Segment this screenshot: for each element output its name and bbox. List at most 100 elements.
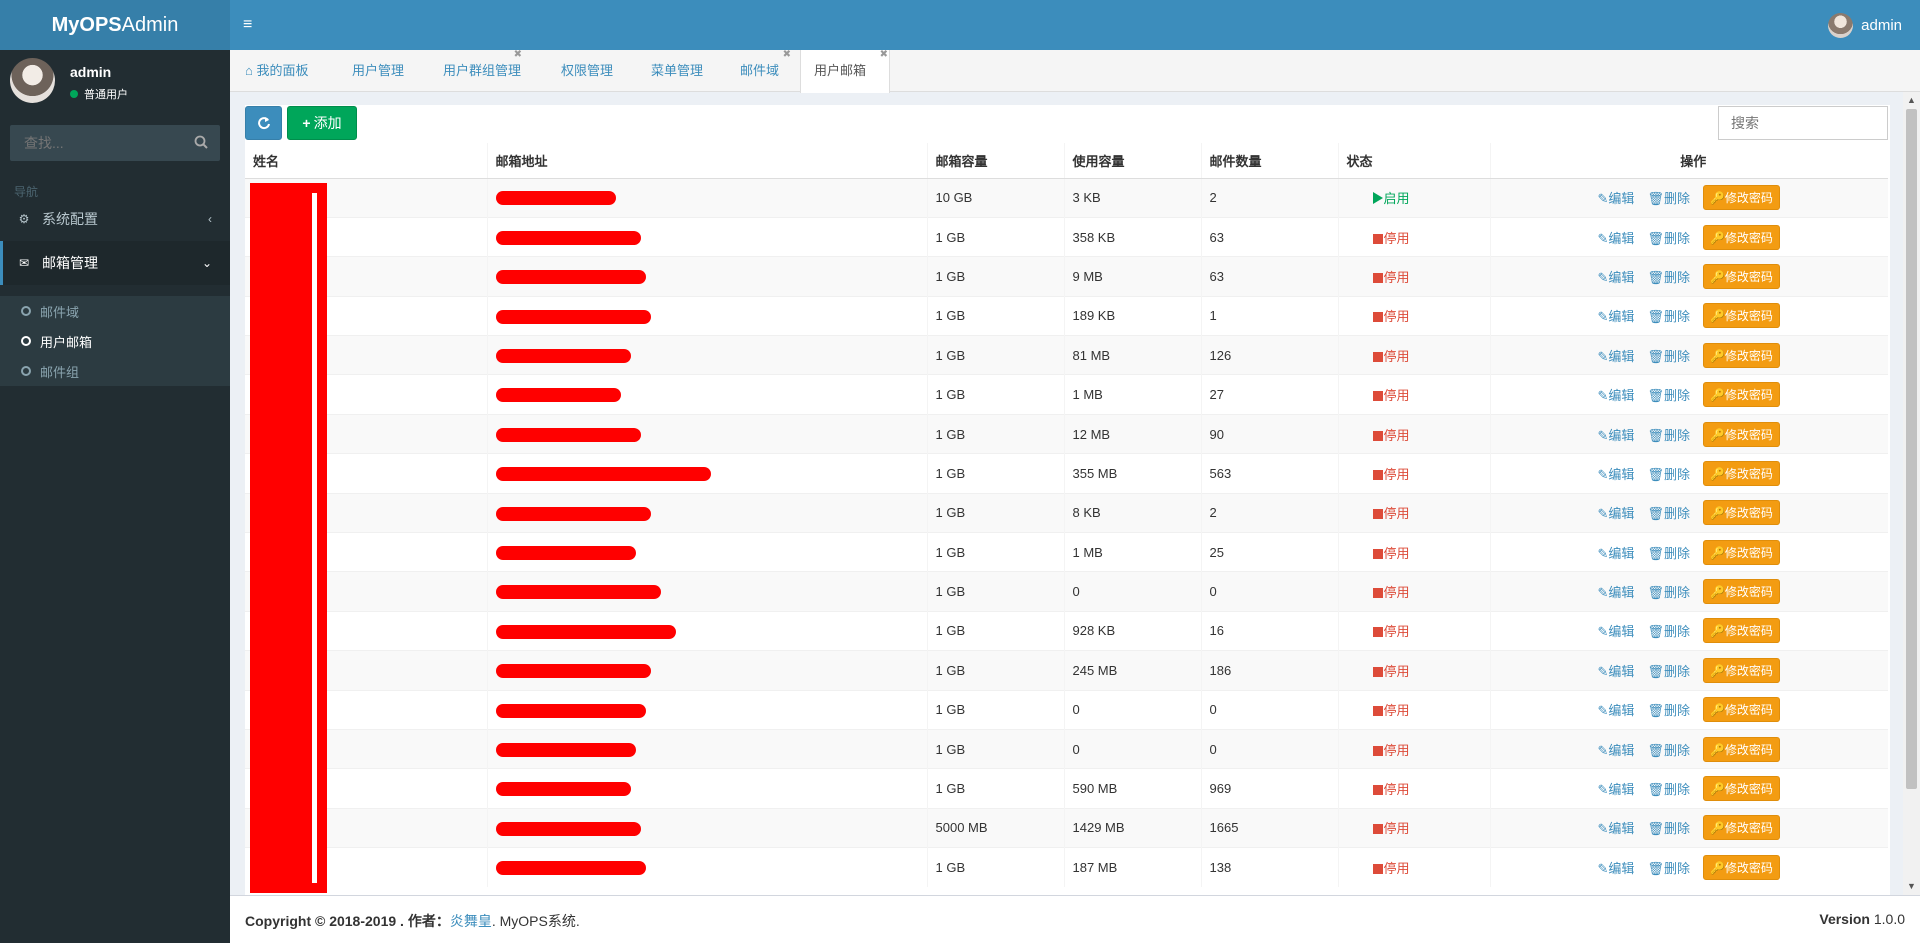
col-status[interactable]: 状态 [1337, 143, 1490, 179]
delete-button[interactable]: 🗑删除 [1647, 818, 1690, 837]
change-password-button[interactable]: 🔑修改密码 [1702, 421, 1780, 447]
edit-button[interactable]: ✎编辑 [1598, 543, 1635, 562]
edit-button[interactable]: ✎编辑 [1598, 700, 1635, 719]
search-icon[interactable] [194, 135, 208, 149]
col-count[interactable]: 邮件数量 [1200, 143, 1338, 179]
cell-status: 停用 [1337, 256, 1490, 297]
edit-button[interactable]: ✎编辑 [1598, 779, 1635, 798]
add-button[interactable]: + 添加 [287, 106, 357, 140]
edit-button[interactable]: ✎编辑 [1598, 228, 1635, 247]
change-password-button[interactable]: 🔑修改密码 [1702, 776, 1780, 802]
change-password-button[interactable]: 🔑修改密码 [1702, 382, 1780, 408]
close-icon[interactable]: ✖ [514, 34, 522, 76]
scroll-thumb[interactable] [1906, 109, 1917, 789]
edit-button[interactable]: ✎编辑 [1598, 267, 1635, 286]
change-password-button[interactable]: 🔑修改密码 [1702, 579, 1780, 605]
table-search-input[interactable] [1718, 106, 1888, 140]
close-icon[interactable]: ✖ [783, 34, 791, 76]
delete-button[interactable]: 🗑删除 [1647, 582, 1690, 601]
edit-button[interactable]: ✎编辑 [1598, 858, 1635, 877]
delete-button[interactable]: 🗑删除 [1647, 779, 1690, 798]
delete-button[interactable]: 🗑删除 [1647, 228, 1690, 247]
cell-actions: ✎编辑 🗑删除 🔑修改密码 [1489, 532, 1888, 572]
cell-status: 停用 [1337, 650, 1490, 691]
edit-button[interactable]: ✎编辑 [1598, 621, 1635, 640]
change-password-button[interactable]: 🔑修改密码 [1702, 618, 1780, 644]
close-icon[interactable]: ✖ [880, 34, 888, 76]
delete-button[interactable]: 🗑删除 [1647, 306, 1690, 325]
col-capacity[interactable]: 邮箱容量 [926, 143, 1064, 179]
edit-button[interactable]: ✎编辑 [1598, 740, 1635, 759]
change-password-button[interactable]: 🔑修改密码 [1702, 342, 1780, 368]
edit-button[interactable]: ✎编辑 [1598, 346, 1635, 365]
edit-button[interactable]: ✎编辑 [1598, 464, 1635, 483]
trash-icon: 🗑 [1647, 191, 1664, 207]
tab-menu-manage[interactable]: 菜单管理 [651, 50, 703, 92]
delete-button[interactable]: 🗑删除 [1647, 700, 1690, 719]
col-email[interactable]: 邮箱地址 [486, 143, 927, 179]
sidebar-subitem-mail-group[interactable]: 邮件组 [0, 356, 230, 386]
footer-author[interactable]: 炎舞皇 [450, 913, 492, 929]
scroll-up-icon[interactable]: ▲ [1907, 96, 1916, 105]
sidebar-item-mail-manage[interactable]: ✉ 邮箱管理 ⌄ [0, 241, 230, 285]
edit-button[interactable]: ✎编辑 [1598, 188, 1635, 207]
refresh-button[interactable] [245, 106, 282, 140]
delete-button[interactable]: 🗑删除 [1647, 543, 1690, 562]
cell-email [486, 532, 927, 572]
delete-button[interactable]: 🗑删除 [1647, 858, 1690, 877]
edit-button[interactable]: ✎编辑 [1598, 582, 1635, 601]
delete-button[interactable]: 🗑删除 [1647, 621, 1690, 640]
change-password-button[interactable]: 🔑修改密码 [1702, 303, 1780, 329]
tab-user-mailbox[interactable]: 用户邮箱 ✖ [800, 49, 890, 93]
key-icon: 🔑 [1709, 703, 1725, 718]
change-password-button[interactable]: 🔑修改密码 [1702, 697, 1780, 723]
cell-used: 358 KB [1063, 216, 1201, 257]
sidebar-search [10, 125, 220, 161]
change-password-button[interactable]: 🔑修改密码 [1702, 539, 1780, 565]
app-logo[interactable]: MyOPSAdmin [0, 0, 230, 50]
sidebar-subitem-mail-domain[interactable]: 邮件域 [0, 296, 230, 326]
delete-button[interactable]: 🗑删除 [1647, 740, 1690, 759]
tab-user-manage[interactable]: 用户管理 [352, 50, 404, 92]
change-password-button[interactable]: 🔑修改密码 [1702, 185, 1780, 211]
change-password-button[interactable]: 🔑修改密码 [1702, 657, 1780, 683]
edit-button[interactable]: ✎编辑 [1598, 425, 1635, 444]
scroll-down-icon[interactable]: ▼ [1907, 882, 1916, 891]
sidebar-search-input[interactable] [10, 125, 180, 161]
circle-icon [21, 336, 31, 346]
change-password-button[interactable]: 🔑修改密码 [1702, 263, 1780, 289]
edit-button[interactable]: ✎编辑 [1598, 306, 1635, 325]
sidebar-item-system-config[interactable]: ⚙ 系统配置 ‹ [0, 197, 230, 241]
tab-user-group-manage[interactable]: 用户群组管理 ✖ [443, 49, 522, 92]
redaction-mark [495, 624, 676, 639]
delete-button[interactable]: 🗑删除 [1647, 464, 1690, 483]
delete-button[interactable]: 🗑删除 [1647, 188, 1690, 207]
edit-button[interactable]: ✎编辑 [1598, 503, 1635, 522]
sidebar-toggle-icon[interactable]: ≡ [243, 15, 259, 35]
tab-mail-domain[interactable]: 邮件域 ✖ [740, 49, 791, 92]
sidebar-subitem-user-mailbox[interactable]: 用户邮箱 [0, 326, 230, 356]
delete-button[interactable]: 🗑删除 [1647, 661, 1690, 680]
tab-dashboard[interactable]: ⌂ 我的面板 [245, 50, 308, 92]
edit-button[interactable]: ✎编辑 [1598, 385, 1635, 404]
change-password-button[interactable]: 🔑修改密码 [1702, 815, 1780, 841]
edit-button[interactable]: ✎编辑 [1598, 661, 1635, 680]
change-password-button[interactable]: 🔑修改密码 [1702, 224, 1780, 250]
change-password-button[interactable]: 🔑修改密码 [1702, 460, 1780, 486]
delete-button[interactable]: 🗑删除 [1647, 503, 1690, 522]
cell-email [486, 768, 927, 809]
change-password-button[interactable]: 🔑修改密码 [1702, 736, 1780, 762]
change-password-button[interactable]: 🔑修改密码 [1702, 500, 1780, 526]
col-name[interactable]: 姓名 [245, 143, 487, 179]
edit-button[interactable]: ✎编辑 [1598, 818, 1635, 837]
delete-button[interactable]: 🗑删除 [1647, 267, 1690, 286]
user-menu[interactable]: admin [1828, 11, 1902, 39]
status-badge: 停用 [1347, 861, 1410, 876]
scrollbar[interactable]: ▲ ▼ [1903, 92, 1920, 895]
tab-permission-manage[interactable]: 权限管理 [561, 50, 613, 92]
change-password-button[interactable]: 🔑修改密码 [1702, 855, 1780, 881]
delete-button[interactable]: 🗑删除 [1647, 425, 1690, 444]
delete-button[interactable]: 🗑删除 [1647, 385, 1690, 404]
col-used[interactable]: 使用容量 [1063, 143, 1201, 179]
delete-button[interactable]: 🗑删除 [1647, 346, 1690, 365]
